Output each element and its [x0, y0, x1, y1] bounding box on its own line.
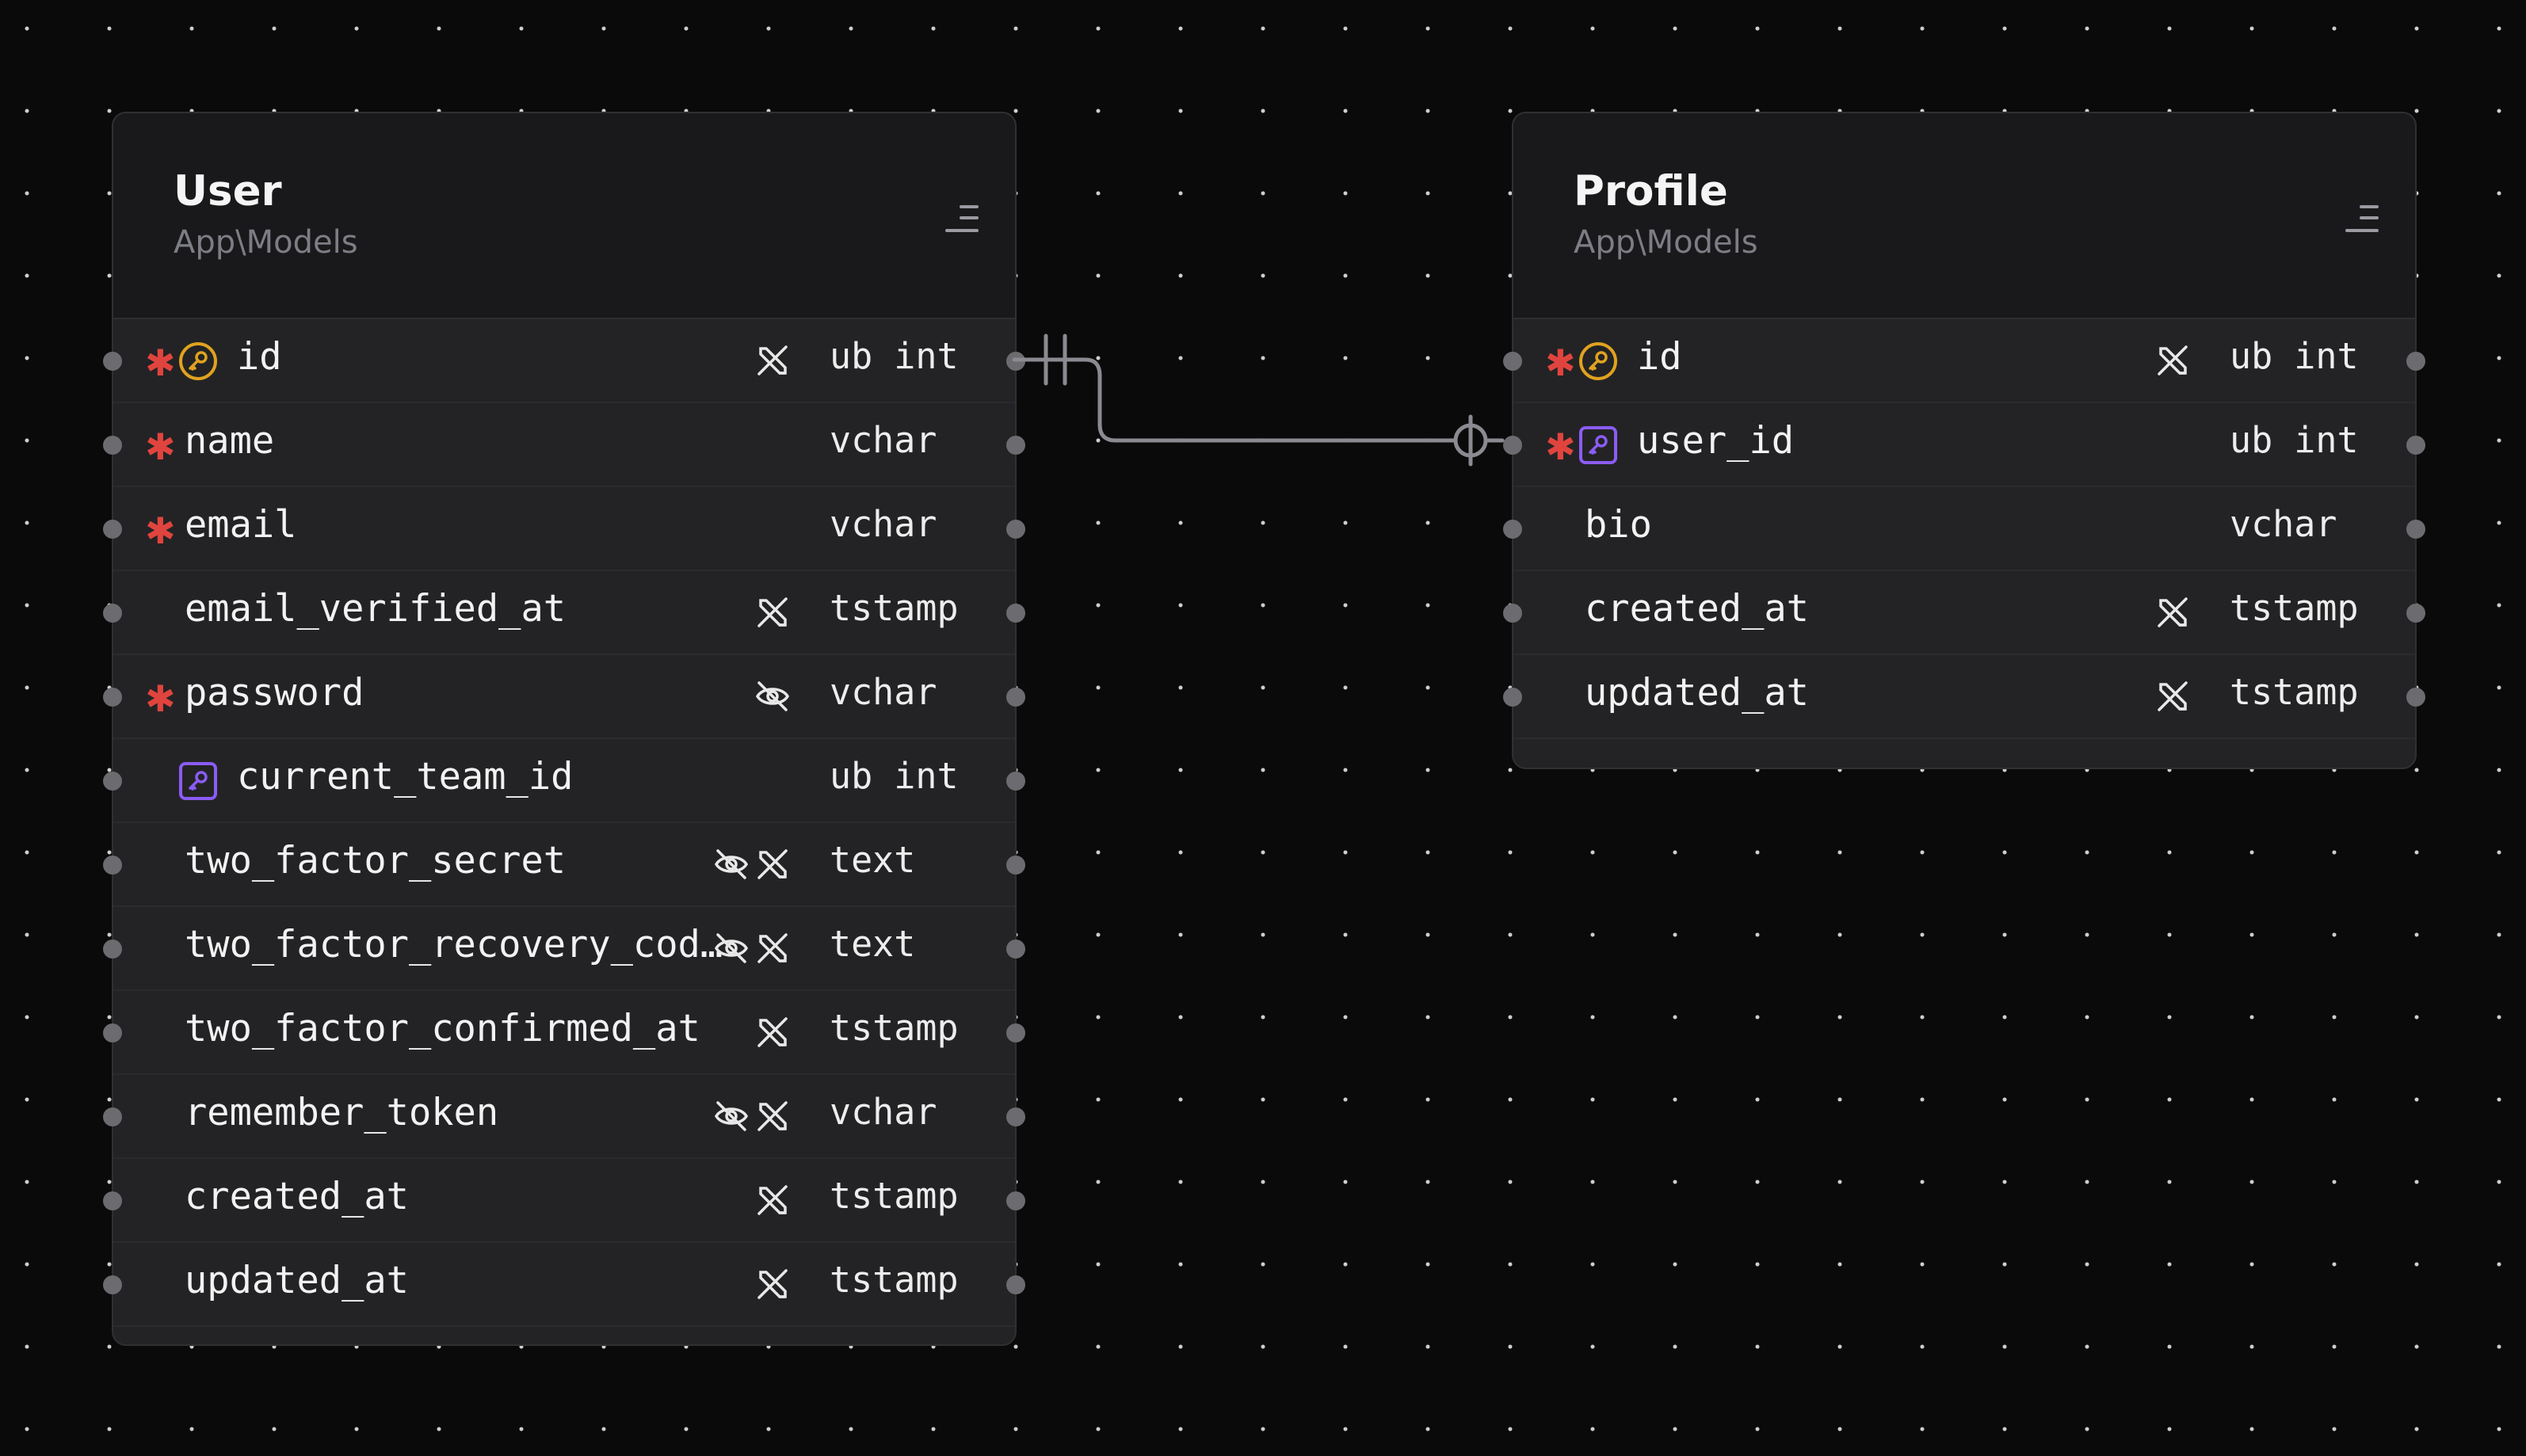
relation-edge[interactable]	[0, 0, 2526, 1456]
relation-line[interactable]	[1012, 357, 1505, 443]
